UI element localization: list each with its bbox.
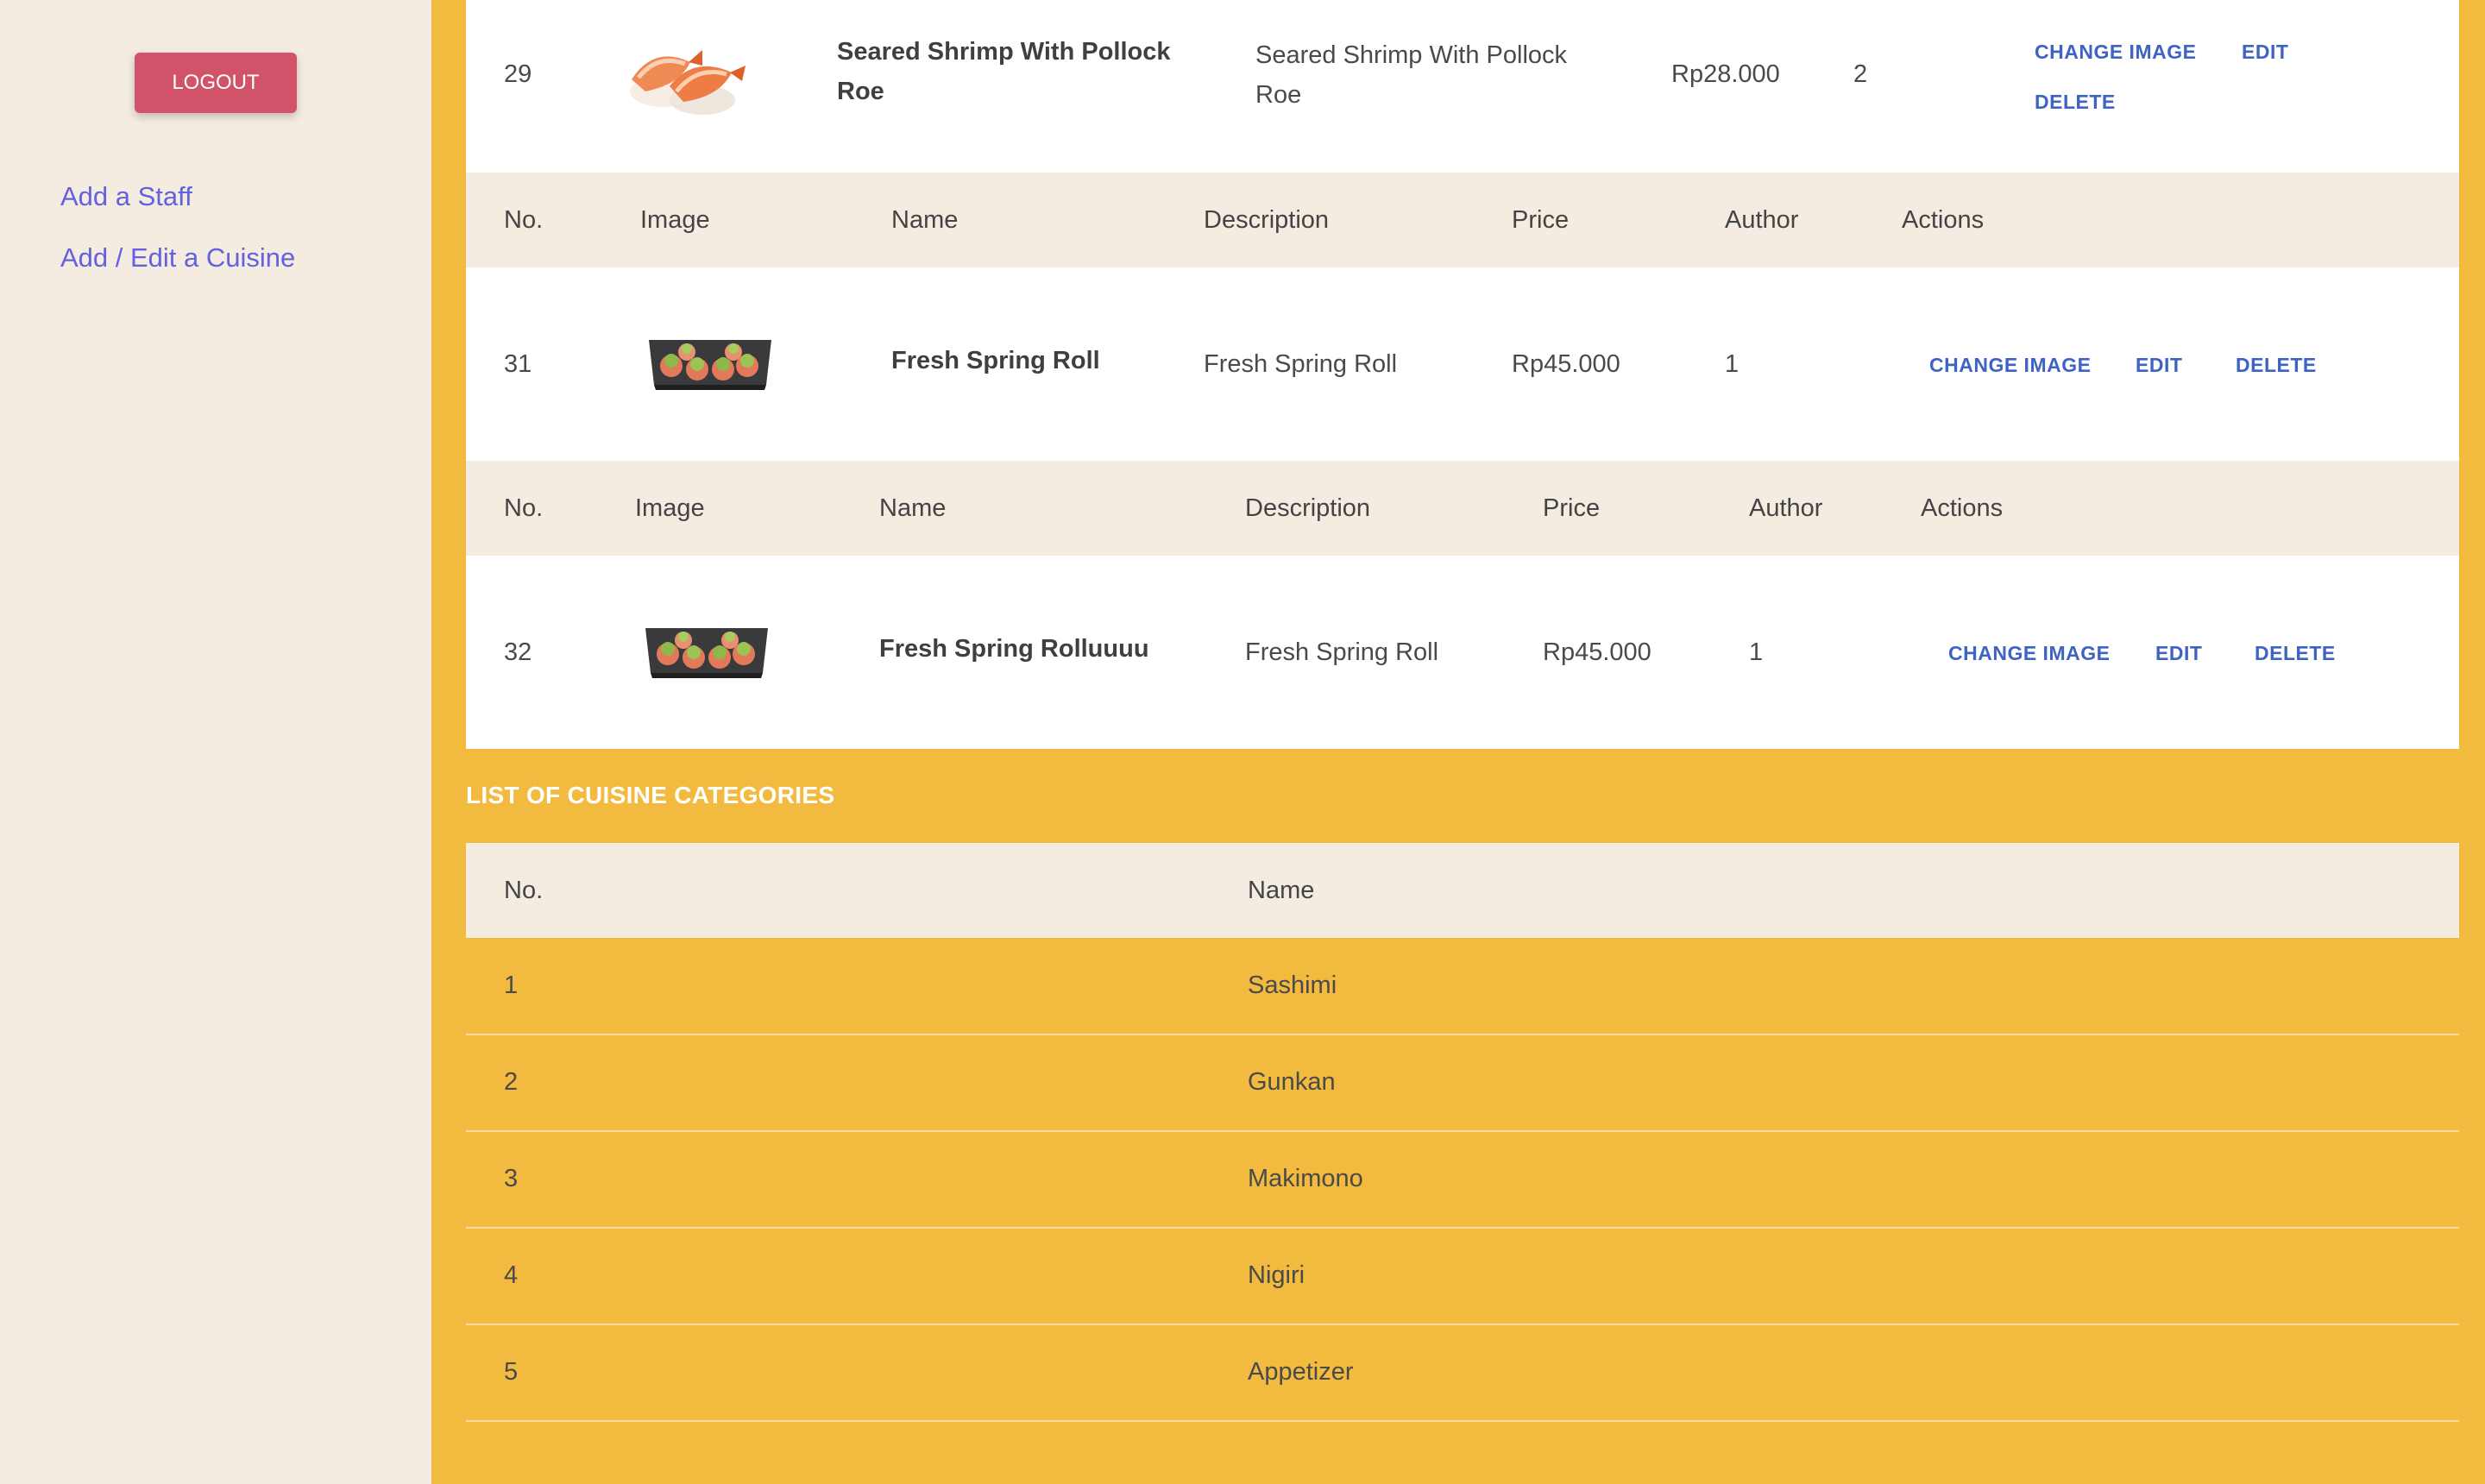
edit-button[interactable]: EDIT (2155, 642, 2202, 665)
category-number: 4 (504, 1261, 519, 1289)
header-name: Name (1248, 877, 1315, 904)
sidebar: LOGOUT Add a Staff Add / Edit a Cuisine (0, 0, 431, 1484)
cuisine-author: 1 (1749, 638, 1764, 666)
change-image-button[interactable]: CHANGE IMAGE (1948, 642, 2110, 665)
cuisine-name: Fresh Spring Roll (891, 347, 1100, 374)
category-number: 5 (504, 1358, 519, 1386)
category-name: Nigiri (1248, 1261, 1305, 1289)
change-image-button[interactable]: CHANGE IMAGE (1929, 354, 2091, 377)
header-name: Name (879, 494, 947, 522)
add-staff-link[interactable]: Add a Staff (60, 181, 192, 212)
category-row: 3 Makimono (466, 1131, 2459, 1229)
table-header: No. Image Name Description Price Author … (466, 461, 2459, 556)
cuisine-author: 2 (1853, 60, 1868, 88)
delete-button[interactable]: DELETE (2255, 642, 2336, 665)
table-row: 31 Fresh Spring Roll Fresh Spring Roll R… (466, 267, 2459, 461)
table-header: No. Image Name Description Price Author … (466, 173, 2459, 267)
change-image-button[interactable]: CHANGE IMAGE (2035, 41, 2196, 64)
header-author: Author (1749, 494, 1823, 522)
cuisine-author: 1 (1725, 350, 1740, 378)
row-number: 31 (504, 350, 532, 378)
cuisine-description: Fresh Spring Roll (1204, 350, 1398, 378)
delete-button[interactable]: DELETE (2236, 354, 2317, 377)
spring-roll-plate-image (649, 340, 771, 390)
table-row: 32 Fresh Spring Rolluuuu Fresh Spring Ro… (466, 556, 2459, 749)
cuisine-description-line2: Roe (1255, 81, 1302, 109)
header-actions: Actions (1921, 494, 2004, 522)
categories-section-title: LIST OF CUISINE CATEGORIES (466, 782, 835, 808)
row-number: 29 (504, 60, 532, 88)
header-description: Description (1245, 494, 1371, 522)
header-no: No. (504, 877, 544, 904)
row-number: 32 (504, 638, 532, 666)
header-price: Price (1512, 206, 1570, 234)
add-edit-cuisine-link[interactable]: Add / Edit a Cuisine (60, 242, 295, 274)
category-number: 1 (504, 972, 519, 999)
cuisine-name-line1: Seared Shrimp With Pollock (837, 38, 1171, 66)
header-actions: Actions (1902, 206, 1985, 234)
main-content: 29 Seared Shrimp With Pollock Roe Seared… (431, 0, 2485, 1484)
category-name: Sashimi (1248, 972, 1337, 999)
category-row: 4 Nigiri (466, 1228, 2459, 1325)
cuisine-name-line2: Roe (837, 78, 884, 105)
header-price: Price (1543, 494, 1601, 522)
shrimp-sushi-image (630, 50, 746, 115)
header-author: Author (1725, 206, 1799, 234)
category-number: 2 (504, 1068, 519, 1096)
cuisine-price: Rp45.000 (1543, 638, 1651, 666)
category-name: Gunkan (1248, 1068, 1336, 1096)
category-name: Makimono (1248, 1165, 1363, 1192)
table-row: 29 Seared Shrimp With Pollock Roe Seared… (466, 0, 2459, 173)
cuisine-description-line1: Seared Shrimp With Pollock (1255, 41, 1568, 69)
header-no: No. (504, 206, 544, 234)
spring-roll-plate-image (645, 628, 768, 678)
edit-button[interactable]: EDIT (2242, 41, 2288, 64)
logout-button[interactable]: LOGOUT (135, 53, 297, 113)
header-name: Name (891, 206, 959, 234)
cuisine-description: Fresh Spring Roll (1245, 638, 1439, 666)
header-image: Image (635, 494, 705, 522)
edit-button[interactable]: EDIT (2136, 354, 2182, 377)
category-name: Appetizer (1248, 1358, 1354, 1386)
category-row: 1 Sashimi (466, 938, 2459, 1035)
cuisine-price: Rp28.000 (1671, 60, 1780, 88)
category-row: 2 Gunkan (466, 1034, 2459, 1132)
cuisine-price: Rp45.000 (1512, 350, 1620, 378)
header-no: No. (504, 494, 544, 522)
cuisine-table: 29 Seared Shrimp With Pollock Roe Seared… (466, 0, 2459, 749)
category-row: 5 Appetizer (466, 1324, 2459, 1422)
cuisine-name: Fresh Spring Rolluuuu (879, 635, 1149, 663)
category-number: 3 (504, 1165, 519, 1192)
header-image: Image (640, 206, 710, 234)
categories-table-header: No. Name (466, 843, 2459, 938)
delete-button[interactable]: DELETE (2035, 91, 2116, 114)
header-description: Description (1204, 206, 1330, 234)
